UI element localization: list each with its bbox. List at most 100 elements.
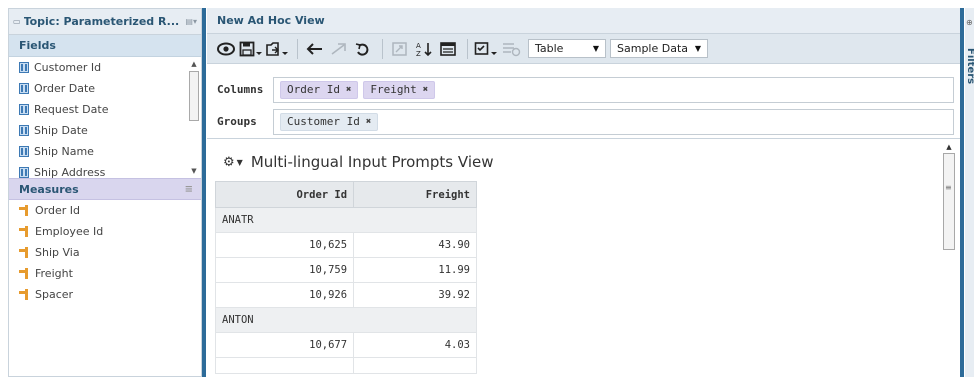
measure-item[interactable]: Freight: [9, 263, 201, 284]
measure-icon: [19, 268, 30, 279]
field-icon: [19, 125, 29, 136]
field-item[interactable]: Request Date: [9, 99, 201, 120]
field-label: Order Date: [34, 82, 96, 95]
right-panel-splitter[interactable]: [960, 8, 964, 377]
fields-header-label: Fields: [19, 39, 56, 52]
field-item[interactable]: Customer Id: [9, 57, 201, 78]
undo-all-icon[interactable]: [352, 38, 374, 60]
toolbar: AZ Table ▼ Sample Data ▼: [207, 34, 960, 64]
sort-icon[interactable]: AZ: [413, 38, 435, 60]
topic-menu-icon[interactable]: ▤▾: [185, 17, 197, 26]
fields-scrollbar[interactable]: ▲ ▼: [189, 59, 199, 176]
scroll-down-icon[interactable]: ▼: [189, 166, 199, 176]
group-pill[interactable]: Customer Id ✖: [280, 112, 379, 131]
toolbar-separator: [297, 38, 298, 59]
column-header-order-id[interactable]: Order Id: [214, 181, 355, 208]
group-pill-label: Customer Id: [287, 115, 360, 128]
report-canvas: ⚙ ▼ Multi-lingual Input Prompts View Ord…: [207, 138, 960, 377]
measure-label: Spacer: [35, 288, 74, 301]
group-label[interactable]: ANTON: [215, 307, 477, 333]
measures-header[interactable]: Measures ≡: [9, 178, 201, 200]
visualization-type-value: Table: [535, 42, 564, 55]
columns-label: Columns: [217, 83, 264, 96]
cell-freight: 43.90: [353, 232, 477, 258]
table-row: 10,759 11.99: [214, 257, 477, 283]
field-icon: [19, 83, 29, 94]
table-header-row: Order Id Freight: [214, 181, 477, 208]
table-options-icon[interactable]: [437, 38, 459, 60]
expand-icon[interactable]: ⊕: [966, 18, 973, 27]
export-icon[interactable]: [265, 38, 289, 60]
columns-row: Columns Order Id ✖ Freight ✖: [207, 74, 960, 105]
left-panel-splitter[interactable]: [202, 8, 206, 377]
group-row: ANATR: [215, 207, 477, 233]
report-title: Multi-lingual Input Prompts View: [250, 153, 494, 171]
measures-header-label: Measures: [19, 182, 79, 196]
cell-freight: [353, 357, 477, 374]
field-item[interactable]: Order Date: [9, 78, 201, 99]
filter-options-icon[interactable]: [500, 38, 522, 60]
report-table: Order Id Freight ANATR 10,625 43.90 10,75…: [214, 181, 477, 374]
field-icon: [19, 104, 29, 115]
column-pill[interactable]: Freight ✖: [363, 80, 436, 99]
column-pill[interactable]: Order Id ✖: [280, 80, 359, 99]
fields-header[interactable]: Fields: [9, 35, 201, 57]
measure-item[interactable]: Spacer: [9, 284, 201, 305]
canvas-scrollbar[interactable]: ▲ ≡: [942, 139, 956, 377]
scrollbar-thumb[interactable]: [189, 71, 199, 121]
view-title-bar: New Ad Hoc View: [207, 8, 960, 34]
measure-icon: [19, 289, 30, 300]
groups-drop-zone[interactable]: Customer Id ✖: [273, 108, 954, 135]
cell-order-id: 10,759: [214, 257, 355, 283]
data-mode-select[interactable]: Sample Data ▼: [610, 39, 708, 58]
field-item[interactable]: Ship Address: [9, 162, 201, 178]
field-label: Request Date: [34, 103, 109, 116]
svg-text:A: A: [416, 42, 421, 50]
field-icon: [19, 146, 29, 157]
input-controls-icon[interactable]: [474, 38, 498, 60]
view-mode-eye-icon[interactable]: [215, 38, 237, 60]
table-row: 10,625 43.90: [214, 232, 477, 258]
remove-icon[interactable]: ✖: [346, 85, 351, 95]
column-header-freight[interactable]: Freight: [353, 181, 477, 208]
undo-icon[interactable]: [304, 38, 326, 60]
scrollbar-thumb[interactable]: [943, 153, 955, 250]
scroll-up-icon[interactable]: ▲: [942, 141, 956, 153]
field-item[interactable]: Ship Date: [9, 120, 201, 141]
chevron-down-icon[interactable]: ▼: [237, 158, 243, 167]
data-mode-value: Sample Data: [617, 42, 689, 55]
scroll-up-icon[interactable]: ▲: [189, 59, 199, 69]
panel-minimize-icon[interactable]: ▭: [13, 17, 21, 26]
topic-title: Topic: Parameterized R...: [23, 15, 180, 28]
scrollbar-grip-icon: ≡: [945, 183, 952, 192]
column-pill-label: Freight: [370, 83, 417, 96]
column-pill-label: Order Id: [287, 83, 340, 96]
gear-icon[interactable]: ⚙: [223, 155, 235, 170]
save-icon[interactable]: [239, 38, 263, 60]
field-icon: [19, 62, 29, 73]
pivot-icon[interactable]: [389, 38, 411, 60]
data-source-panel: ▭ Topic: Parameterized R... ▤▾ Fields Cu…: [8, 8, 202, 377]
report-title-bar: ⚙ ▼ Multi-lingual Input Prompts View: [223, 153, 494, 171]
columns-drop-zone[interactable]: Order Id ✖ Freight ✖: [273, 76, 954, 103]
measure-item[interactable]: Order Id: [9, 200, 201, 221]
filters-label: Filters: [965, 48, 974, 85]
cell-order-id: 10,625: [214, 232, 355, 258]
field-label: Ship Date: [34, 124, 88, 137]
cell-order-id: 10,926: [214, 282, 355, 308]
field-item[interactable]: Ship Name: [9, 141, 201, 162]
filters-panel-collapsed[interactable]: ⊕ Filters: [965, 8, 974, 377]
group-label[interactable]: ANATR: [215, 207, 477, 233]
measure-item[interactable]: Employee Id: [9, 221, 201, 242]
resize-grip-icon[interactable]: ≡: [185, 184, 193, 195]
measures-list: Order Id Employee Id Ship Via Freight Sp…: [9, 200, 201, 305]
remove-icon[interactable]: ✖: [366, 117, 371, 127]
cell-freight: 4.03: [353, 332, 477, 358]
remove-icon[interactable]: ✖: [423, 85, 428, 95]
toolbar-separator: [382, 38, 383, 59]
visualization-type-select[interactable]: Table ▼: [528, 39, 606, 58]
measure-item[interactable]: Ship Via: [9, 242, 201, 263]
redo-icon[interactable]: [328, 38, 350, 60]
measure-label: Freight: [35, 267, 73, 280]
field-label: Ship Name: [34, 145, 94, 158]
